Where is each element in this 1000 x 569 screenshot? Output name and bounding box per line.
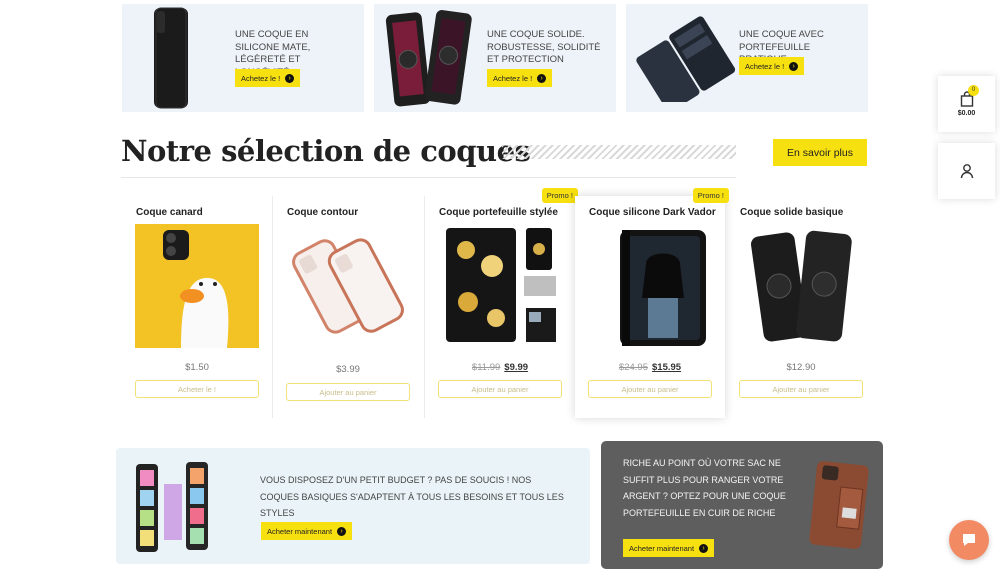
add-to-cart-button[interactable]: Ajouter au panier — [438, 380, 562, 398]
arrow-right-icon: › — [537, 73, 547, 83]
price-current: $9.99 — [504, 362, 529, 373]
price-old: $11.99 — [471, 362, 501, 373]
product-card[interactable]: Coque solide basique $12.90 Ajouter au p… — [726, 196, 876, 418]
price-current: $12.90 — [786, 362, 816, 373]
buy-button-label: Achetez le ! — [241, 73, 281, 83]
product-card[interactable]: Coque contour $3.99 Ajouter au panier — [272, 196, 422, 418]
buy-button-label: Achetez le ! — [745, 61, 785, 71]
product-name[interactable]: Coque canard — [136, 207, 203, 218]
add-to-cart-button[interactable]: Ajouter au panier — [588, 380, 712, 398]
solid-case-image — [751, 230, 852, 342]
promo-badge: Promo ! — [692, 188, 729, 203]
black-silicone-case-image — [154, 7, 188, 109]
wallet-banner: RICHE AU POINT OÙ VOTRE SAC NE SUFFIT PL… — [601, 441, 883, 569]
banner-text: RICHE AU POINT OÙ VOTRE SAC NE SUFFIT PL… — [623, 458, 786, 518]
account-widget[interactable] — [938, 143, 995, 199]
budget-banner: VOUS DISPOSEZ D'UN PETIT BUDGET ? PAS DE… — [116, 448, 590, 564]
cart-widget[interactable]: 0 $0.00 — [938, 76, 995, 132]
product-price: $11.99 $9.99 — [425, 362, 575, 373]
banner-solid: UNE COQUE SOLIDE. ROBUSTESSE, SOLIDITÉ E… — [374, 4, 616, 112]
cart-total: $0.00 — [957, 110, 976, 117]
add-to-cart-button[interactable]: Ajouter au panier — [739, 380, 863, 398]
clear-bumper-case-image — [292, 238, 404, 334]
buy-button[interactable]: Achetez le ! › — [235, 69, 301, 87]
chat-button[interactable] — [949, 520, 989, 560]
product-price: $24.95 $15.95 — [575, 362, 725, 373]
add-to-cart-button[interactable]: Acheter le ! — [135, 380, 259, 398]
price-current: $15.95 — [652, 362, 682, 373]
arrow-right-icon: › — [337, 526, 347, 536]
buy-button[interactable]: Achetez le ! › — [739, 57, 805, 75]
floral-wallet-case-image — [446, 228, 556, 342]
cart-count-badge: 0 — [968, 85, 979, 96]
buy-now-button[interactable]: Acheter maintenant › — [261, 522, 353, 540]
section-title: Notre sélection de coques — [121, 134, 531, 168]
wallet-case-image — [636, 16, 736, 102]
divider — [121, 177, 736, 178]
product-card[interactable]: Promo ! Coque portefeuille stylée $11.99… — [424, 188, 578, 418]
rugged-case-image — [385, 10, 472, 107]
product-price: $1.50 — [122, 362, 272, 373]
product-name[interactable]: Coque contour — [287, 207, 358, 218]
buy-button[interactable]: Achetez le ! › — [487, 69, 553, 87]
user-icon — [960, 164, 973, 179]
buy-now-button[interactable]: Acheter maintenant › — [623, 539, 715, 557]
leather-wallet-case-image — [809, 461, 869, 549]
price-current: $1.50 — [185, 362, 209, 373]
product-name[interactable]: Coque solide basique — [740, 207, 843, 218]
price-current: $3.99 — [336, 364, 360, 375]
buy-button-label: Achetez le ! — [493, 73, 533, 83]
arrow-right-icon: › — [699, 543, 709, 553]
product-name[interactable]: Coque silicone Dark Vador — [589, 207, 716, 218]
banner-silicone: UNE COQUE EN SILICONE MATE, LÉGÈRETÉ ET … — [122, 4, 364, 112]
heading-decoration — [502, 145, 736, 159]
duck-case-image — [135, 224, 259, 348]
dark-vador-case-image — [620, 230, 706, 346]
add-to-cart-button[interactable]: Ajouter au panier — [286, 383, 410, 401]
promo-badge: Promo ! — [541, 188, 578, 203]
buy-now-label: Acheter maintenant — [629, 543, 695, 553]
product-price: $3.99 — [273, 364, 423, 375]
banner-text: VOUS DISPOSEZ D'UN PETIT BUDGET ? PAS DE… — [260, 475, 564, 518]
arrow-right-icon: › — [789, 61, 799, 71]
product-card[interactable]: Coque canard $1.50 Acheter le ! — [122, 196, 272, 418]
colorful-cases-image — [136, 462, 208, 552]
chat-bubble-icon — [963, 534, 975, 546]
arrow-right-icon: › — [285, 73, 295, 83]
learn-more-button[interactable]: En savoir plus — [773, 139, 867, 166]
product-price: $12.90 — [726, 362, 876, 373]
buy-now-label: Acheter maintenant — [267, 526, 333, 536]
banner-text: UNE COQUE SOLIDE. ROBUSTESSE, SOLIDITÉ E… — [487, 29, 601, 65]
product-card[interactable]: Promo ! Coque silicone Dark Vador $24.95… — [575, 188, 729, 418]
product-name[interactable]: Coque portefeuille stylée — [439, 207, 558, 218]
banner-wallet: UNE COQUE AVEC PORTEFEUILLE PRATIQUE Ach… — [626, 4, 868, 112]
price-old: $24.95 — [618, 362, 648, 373]
